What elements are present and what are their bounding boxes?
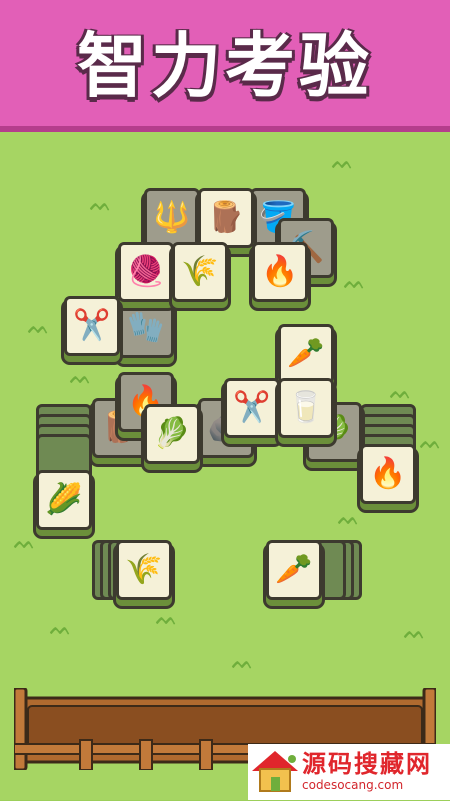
grass-decoration: ᨓ xyxy=(70,367,92,388)
grass-decoration: ᨓ xyxy=(232,652,254,673)
tile-campfire[interactable]: 🔥 xyxy=(252,242,308,302)
carrot-icon: 🥕 xyxy=(275,552,313,587)
grass-decoration: ᨓ xyxy=(338,508,360,529)
grass-decoration: ᨓ xyxy=(50,618,72,639)
carrot-icon: 🥕 xyxy=(287,336,325,371)
grass-decoration: ᨓ xyxy=(14,532,36,553)
watermark-title: 源码搜藏网 xyxy=(302,750,432,778)
tile-stump[interactable]: 🪵 xyxy=(198,188,254,248)
header-banner: 智力考验 xyxy=(0,0,450,132)
stump-icon: 🪵 xyxy=(207,200,245,235)
cabbage-icon: 🥬 xyxy=(153,416,191,451)
tile-yarn[interactable]: 🧶 xyxy=(118,242,174,302)
tile-carrot-2[interactable]: 🥕 xyxy=(266,540,322,600)
yarn-icon: 🧶 xyxy=(127,254,165,289)
grass-decoration: ᨓ xyxy=(344,272,366,293)
grass-decoration: ᨓ xyxy=(90,194,112,215)
grass-decoration: ᨓ xyxy=(420,432,442,453)
tile-carrot[interactable]: 🥕 xyxy=(278,324,334,384)
wheat-icon: 🌾 xyxy=(125,552,163,587)
campfire-icon: 🔥 xyxy=(261,254,299,289)
shears-icon: ✂️ xyxy=(73,308,111,343)
glove-icon: 🧤 xyxy=(127,310,165,345)
grass-decoration: ᨓ xyxy=(332,152,354,173)
grass-decoration: ᨓ xyxy=(404,622,426,643)
watermark-url: codesocang.com xyxy=(302,778,404,792)
tile-shears[interactable]: ✂️ xyxy=(64,296,120,356)
campfire-icon: 🔥 xyxy=(369,456,407,491)
tile-shears-2[interactable]: ✂️ xyxy=(224,378,280,438)
wheat-icon: 🌾 xyxy=(181,254,219,289)
tile-wheat[interactable]: 🌾 xyxy=(172,242,228,302)
tile-wheat-2[interactable]: 🌾 xyxy=(116,540,172,600)
house-logo-icon xyxy=(248,747,302,797)
pitchfork-icon: 🔱 xyxy=(153,200,191,235)
grass-decoration: ᨓ xyxy=(28,317,50,338)
tile-corn[interactable]: 🌽 xyxy=(36,470,92,530)
watermark: 源码搜藏网 codesocang.com xyxy=(248,744,450,800)
tile-milk[interactable]: 🥛 xyxy=(278,378,334,438)
grass-decoration: ᨓ xyxy=(390,382,412,403)
dim-tile: 🧤 xyxy=(118,298,174,358)
shears-icon: ✂️ xyxy=(233,390,271,425)
grass-decoration: ᨓ xyxy=(156,608,178,629)
tile-campfire-2[interactable]: 🔥 xyxy=(360,444,416,504)
page-title: 智力考验 xyxy=(77,25,373,107)
dim-tile: 🔱 xyxy=(144,188,200,248)
corn-icon: 🌽 xyxy=(45,482,83,517)
tile-cabbage[interactable]: 🥬 xyxy=(144,404,200,464)
milk-bottle-icon: 🥛 xyxy=(287,390,325,425)
